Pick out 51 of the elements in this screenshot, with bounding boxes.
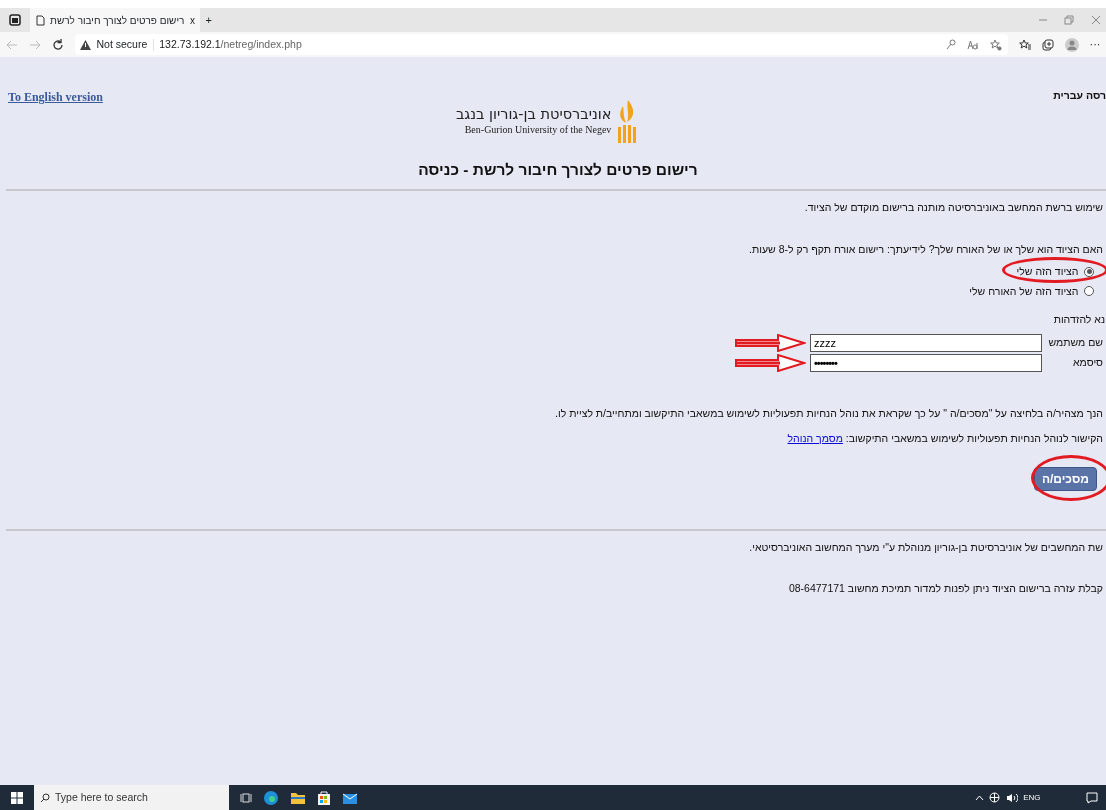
key-icon[interactable]: [946, 39, 956, 50]
close-icon[interactable]: [1090, 15, 1101, 25]
read-aloud-icon[interactable]: [967, 39, 979, 50]
search-icon: [39, 792, 50, 803]
identify-label: נא להזדהות: [1052, 312, 1105, 328]
password-field[interactable]: ••••••••: [810, 354, 1042, 372]
task-view-icon[interactable]: [240, 791, 252, 804]
profile-icon[interactable]: [1064, 37, 1079, 52]
logo-hebrew-text: אוניברסיטת בן-גוריון בנגב: [455, 106, 612, 123]
star-add-icon[interactable]: [990, 38, 1002, 51]
doc-link-text: הקישור לנוהל הנחיות תפעוליות לשימוש במשאבי התיקשוב: מסמך הנוהל: [786, 430, 1103, 446]
store-icon[interactable]: [317, 789, 331, 806]
chevron-up-icon[interactable]: [974, 794, 984, 801]
refresh-icon[interactable]: [51, 38, 64, 51]
radio-button[interactable]: [1084, 286, 1094, 297]
windows-start-icon[interactable]: [11, 791, 23, 804]
security-label[interactable]: Not secure: [96, 36, 148, 53]
radio-label[interactable]: הציוד הזה של האורח שלי: [969, 283, 1079, 300]
notification-icon[interactable]: [1086, 791, 1098, 804]
page-title: רישום פרטים לצורך חיבור לרשת - כניסה: [417, 160, 699, 180]
field-label: שם משתמש: [1047, 335, 1103, 351]
taskbar-search-field[interactable]: Type here to search: [34, 785, 229, 810]
new-tab-button[interactable]: +: [200, 11, 218, 29]
radio-button[interactable]: [1084, 266, 1094, 277]
edge-browser-icon[interactable]: [263, 789, 279, 806]
logo-english-text: Ben-Gurion University of the Negev: [463, 123, 612, 138]
more-button[interactable]: ···: [1089, 36, 1101, 53]
question-text: האם הציוד הוא שלך או של האורח שלך? לידיעתך: רישום אורח תקף רק ל-8 שעות.: [748, 242, 1103, 257]
favorites-icon[interactable]: [1018, 39, 1031, 50]
close-tab-button[interactable]: x: [189, 12, 195, 28]
url-text[interactable]: 132.73.192.1/netreg/index.php: [159, 36, 302, 53]
footer-text: קבלת עזרה ברישום הציוד ניתן לפנות למדור תמיכת מחשוב 08-6477171: [787, 581, 1103, 597]
network-globe-icon[interactable]: [989, 792, 1001, 803]
warning-icon: [80, 39, 91, 50]
language-indicator[interactable]: ENG: [1023, 791, 1041, 804]
collections-icon[interactable]: [1041, 38, 1054, 51]
speaker-icon[interactable]: [1005, 792, 1018, 803]
declaration-text: הנך מצהיר/ה בלחיצה על "מסכים/ה " על כך שקראת את נוהל הנחיות תפעוליות לשימוש במשאבי התיקשוב ומתחייב/ת לציית לו.: [554, 406, 1103, 421]
folder-icon[interactable]: [290, 790, 306, 805]
page-icon: [35, 14, 45, 26]
document-link[interactable]: מסמך הנוהל: [787, 431, 843, 444]
intro-text: שימוש ברשת המחשב באוניברסיטה מותנה ברישום מוקדם של הציוד.: [803, 200, 1103, 216]
tab-actions-icon[interactable]: [9, 14, 21, 26]
radio-label[interactable]: הציוד הזה שלי: [1016, 263, 1079, 280]
language-link[interactable]: To English version: [8, 88, 103, 106]
footer-text: שת המחשבים של אוניברסיטת בן-גוריון מנוהלת ע"י מערך המחשוב האוניברסיטאי.: [748, 539, 1103, 555]
field-label: סיסמא: [1072, 355, 1103, 371]
agree-button[interactable]: מסכים/ה: [1033, 466, 1097, 491]
username-field[interactable]: zzzz: [810, 334, 1042, 352]
language-link[interactable]: רסה עברית: [1053, 88, 1106, 104]
tab-title: רישום פרטים לצורך חיבור לרשת: [50, 13, 185, 28]
